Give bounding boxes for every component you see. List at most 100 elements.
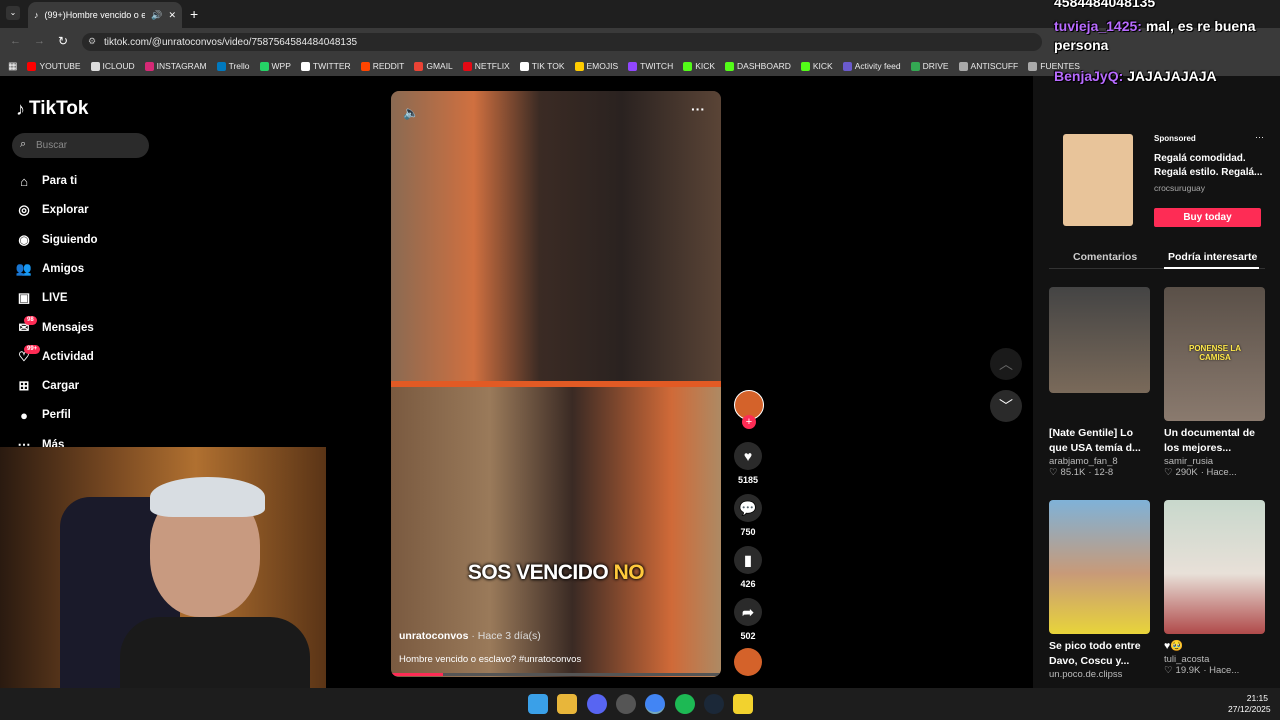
nav-item[interactable]: ✉ 98 Mensajes xyxy=(16,315,94,339)
recommendation-date: · Hace... xyxy=(1203,665,1240,676)
windows-start-icon[interactable] xyxy=(528,694,548,714)
recommendation-info[interactable]: [Nate Gentile] Lo que USA temía d... arab… xyxy=(1049,426,1149,478)
bookmark-label: TWITTER xyxy=(312,61,351,71)
search-input[interactable]: ⌕ Buscar xyxy=(12,133,149,158)
bookmark-item[interactable]: REDDIT xyxy=(360,61,404,71)
active-tab[interactable]: ♪ (99+)Hombre vencido o esc 🔊 ✕ xyxy=(28,2,182,28)
heart-icon[interactable]: ♥ xyxy=(734,442,762,470)
share-action[interactable]: ➦ 502 xyxy=(734,598,762,641)
clock[interactable]: 21:15 27/12/2025 xyxy=(1228,693,1271,715)
more-options-icon[interactable]: ··· xyxy=(691,101,705,117)
ad-more-icon[interactable]: ··· xyxy=(1255,132,1264,142)
like-action[interactable]: ♥ 5185 xyxy=(734,442,762,485)
bookmark-item[interactable]: ICLOUD xyxy=(90,61,135,71)
buy-today-button[interactable]: Buy today xyxy=(1154,208,1261,227)
video-author[interactable]: unratoconvos xyxy=(399,630,468,642)
video-thumb[interactable]: PONENSE LA CAMISA xyxy=(1164,287,1265,421)
recommendation-info[interactable]: ♥🥹 tuli_acosta ♡ 19.9K · Hace... xyxy=(1164,639,1264,676)
video-caption: SOS VENCIDO NO xyxy=(391,561,721,585)
follow-plus-icon[interactable]: + xyxy=(742,415,756,429)
tab-comments[interactable]: Comentarios xyxy=(1073,251,1137,263)
address-input[interactable]: tiktok.com/@unratoconvos/video/758756458… xyxy=(82,33,1042,51)
file-explorer-icon[interactable] xyxy=(557,694,577,714)
speaker-icon[interactable]: 🔊 xyxy=(151,10,162,21)
close-tab-icon[interactable]: ✕ xyxy=(168,10,176,21)
caption-highlight: NO xyxy=(613,561,645,584)
nav-item[interactable]: ⌂ Para ti xyxy=(16,170,77,192)
next-video-icon[interactable]: ﹀ xyxy=(990,390,1022,422)
bookmark-item[interactable]: ANTISCUFF xyxy=(958,61,1018,71)
chat-overlay: 4584484048135 tuvieja_1425: mal, es re b… xyxy=(1038,0,1280,92)
forward-icon[interactable]: → xyxy=(34,35,45,47)
bookmark-favicon-icon xyxy=(958,61,968,71)
bookmark-favicon-icon xyxy=(800,61,810,71)
like-count: 5185 xyxy=(737,475,759,485)
nav-item[interactable]: ◎ Explorar xyxy=(16,199,88,221)
share-icon[interactable]: ➦ xyxy=(734,598,762,626)
nav-item[interactable]: ⊞ Cargar xyxy=(16,375,80,397)
apps-icon[interactable]: ▦ xyxy=(8,61,17,72)
recommendation-title: [Nate Gentile] Lo que USA temía d... xyxy=(1049,427,1141,454)
nav-item[interactable]: ◉ Siguiendo xyxy=(16,229,97,251)
progress-bar[interactable] xyxy=(391,673,721,676)
tab-active-indicator xyxy=(1164,267,1259,269)
bookmark-item[interactable]: DASHBOARD xyxy=(725,61,791,71)
save-count: 426 xyxy=(740,579,756,589)
bookmark-item[interactable]: TIK TOK xyxy=(519,61,565,71)
recommendation-info[interactable]: Se pico todo entre Davo, Coscu y... un.po… xyxy=(1049,639,1149,680)
site-info-icon[interactable]: ⚙ xyxy=(88,36,96,47)
bookmark-favicon-icon xyxy=(910,61,920,71)
nav-item[interactable]: ♡ 99+ Actividad xyxy=(16,344,94,368)
reload-icon[interactable]: ↻ xyxy=(58,34,68,48)
mute-icon[interactable]: 🔈 xyxy=(403,105,419,121)
bookmark-item[interactable]: DRIVE xyxy=(910,61,949,71)
bookmark-label: GMAIL xyxy=(426,61,453,71)
nav-item[interactable]: 👥 Amigos xyxy=(16,258,84,280)
bookmark-item[interactable]: NETFLIX xyxy=(462,61,510,71)
new-tab-icon[interactable]: + xyxy=(190,6,198,22)
recommendation-info[interactable]: Un documental de los mejores... samir_rus… xyxy=(1164,426,1264,478)
bookmark-item[interactable]: Activity feed xyxy=(842,61,901,71)
nav-item[interactable]: ▣ LIVE xyxy=(16,287,68,309)
bookmark-icon[interactable]: ▮ xyxy=(734,546,762,574)
comment-count: 750 xyxy=(740,527,756,537)
bookmark-item[interactable]: YOUTUBE xyxy=(27,61,81,71)
heart-outline-icon: ♡ xyxy=(1164,467,1173,478)
nav-item[interactable]: ● Perfil xyxy=(16,404,71,426)
tab-recommended[interactable]: Podría interesarte xyxy=(1168,251,1257,263)
live-icon: ▣ xyxy=(17,290,31,306)
ad-image[interactable] xyxy=(1063,134,1133,226)
app-icon[interactable] xyxy=(616,694,636,714)
ad-brand[interactable]: crocsuruguay xyxy=(1154,183,1205,193)
video-thumb[interactable] xyxy=(1049,500,1150,634)
bookmark-item[interactable]: WPP xyxy=(259,61,291,71)
back-icon[interactable]: ← xyxy=(10,35,21,47)
previous-video-icon[interactable]: ︿ xyxy=(990,348,1022,380)
bookmark-item[interactable]: EMOJIS xyxy=(574,61,618,71)
bookmark-item[interactable]: INSTAGRAM xyxy=(144,61,207,71)
bookmark-item[interactable]: GMAIL xyxy=(414,61,453,71)
bookmark-item[interactable]: Trello xyxy=(216,61,250,71)
comment-action[interactable]: 💬 750 xyxy=(734,494,762,537)
video-thumb[interactable] xyxy=(1049,287,1150,393)
chrome-icon[interactable] xyxy=(645,694,665,714)
bookmark-favicon-icon xyxy=(216,61,226,71)
discord-icon[interactable] xyxy=(587,694,607,714)
bookmark-item[interactable]: KICK xyxy=(800,61,833,71)
nav-label: Para ti xyxy=(42,175,78,187)
comment-icon[interactable]: 💬 xyxy=(734,494,762,522)
bookmark-item[interactable]: TWITTER xyxy=(300,61,351,71)
video-frame-top xyxy=(391,91,721,381)
bookmark-item[interactable]: TWITCH xyxy=(628,61,673,71)
video-thumb[interactable] xyxy=(1164,500,1265,634)
bookmark-favicon-icon xyxy=(683,61,693,71)
sound-disc[interactable] xyxy=(734,648,762,676)
tiktok-logo[interactable]: ♪ TikTok xyxy=(16,98,88,120)
video-player[interactable]: 🔈 ··· SOS VENCIDO NO unratoconvos · Hace… xyxy=(391,91,721,677)
spotify-icon[interactable] xyxy=(675,694,695,714)
tab-search-icon[interactable]: ⌄ xyxy=(6,6,20,20)
save-action[interactable]: ▮ 426 xyxy=(734,546,762,589)
bookmark-item[interactable]: KICK xyxy=(683,61,715,71)
notes-icon[interactable] xyxy=(733,694,753,714)
steam-icon[interactable] xyxy=(704,694,724,714)
